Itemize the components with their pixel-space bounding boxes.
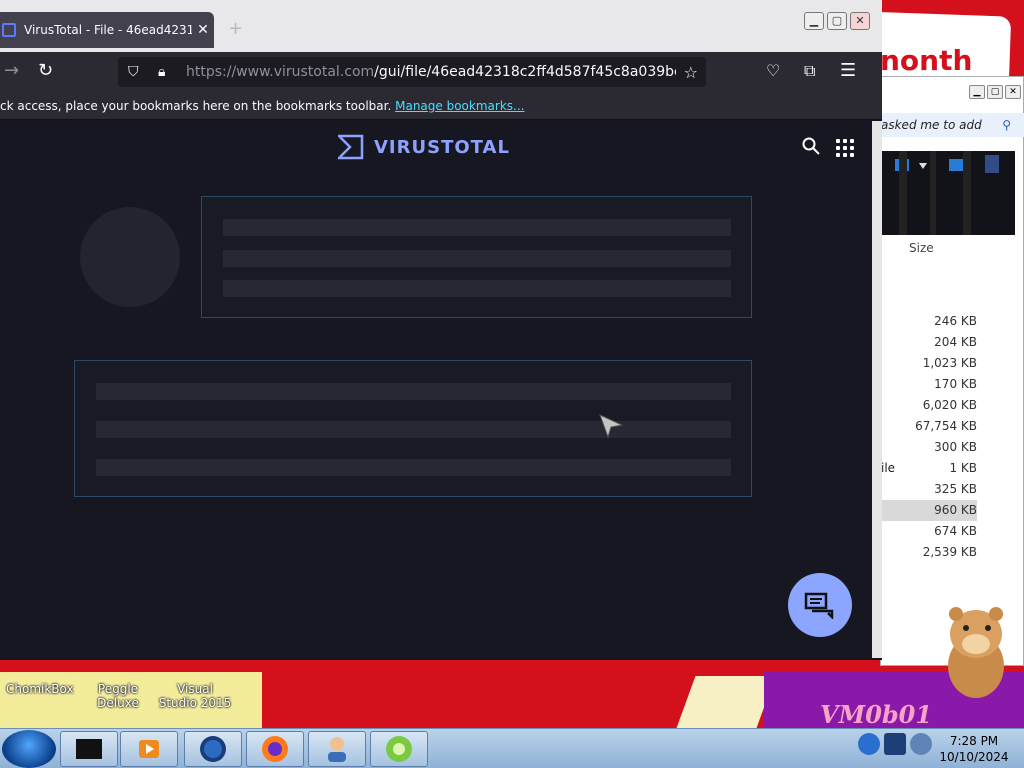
explorer-window-controls: ▁ ▢ ✕ (969, 85, 1021, 99)
size-cell[interactable]: 204 KB (881, 332, 977, 353)
extensions-icon[interactable]: ⧉ (804, 60, 815, 82)
new-tab-icon[interactable]: + (228, 18, 243, 39)
bookmarks-hint: ck access, place your bookmarks here on … (0, 99, 392, 113)
taskbar-app-globe[interactable] (184, 731, 242, 767)
size-cell[interactable]: 960 KB (881, 500, 977, 521)
size-cell[interactable]: 170 KB (881, 374, 977, 395)
skeleton-line (223, 250, 731, 267)
url-path: /gui/file/46ead42318c2ff4d587f45c8a039bc… (374, 64, 676, 80)
size-column-header[interactable]: Size (909, 241, 934, 255)
search-icon[interactable]: ⚲ (1002, 113, 1011, 137)
user-icon (328, 737, 346, 762)
skeleton-line (96, 459, 731, 476)
explorer-search-box[interactable]: asked me to add ⚲ (881, 113, 1024, 137)
desktop-icon-label: Peggle Deluxe (97, 682, 139, 710)
size-cell[interactable]: 674 KB (881, 521, 977, 542)
taskbar-app-user[interactable] (308, 731, 366, 767)
size-cell[interactable]: 300 KB (881, 437, 977, 458)
pocket-icon[interactable]: ♡ (766, 60, 780, 82)
desktop-icon-chomikbox[interactable]: ChomikBox (6, 682, 74, 696)
forward-icon[interactable]: → (4, 60, 19, 82)
size-cell[interactable]: 67,754 KB (881, 416, 977, 437)
close-tab-icon[interactable]: ✕ (192, 22, 214, 38)
firefox-icon (262, 736, 288, 762)
skeleton-card-summary (201, 196, 752, 318)
system-tray (858, 733, 932, 755)
size-cell[interactable]: 1,023 KB (881, 353, 977, 374)
chat-icon (804, 592, 834, 619)
explorer-search-text: asked me to add (881, 118, 982, 132)
lock-icon[interactable]: 🔒︎ (158, 64, 178, 80)
explorer-toolbar-icons (895, 151, 999, 235)
wallpaper-text: nonth (880, 44, 973, 77)
close-window-icon[interactable]: ✕ (850, 12, 870, 30)
menu-icon[interactable]: ☰ (840, 60, 856, 82)
size-list: 246 KB 204 KB 1,023 KB 170 KB 6,020 KB 67,754… (881, 311, 977, 563)
globe-icon (200, 736, 226, 762)
search-icon[interactable] (802, 137, 820, 160)
media-player-icon (139, 740, 159, 758)
taskbar: 7:28 PM 10/10/2024 (0, 728, 1024, 768)
maximize-icon[interactable]: ▢ (987, 85, 1003, 99)
desktop-icon-label: ChomikBox (6, 682, 74, 696)
tray-network-icon[interactable] (858, 733, 880, 755)
size-cell[interactable]: 325 KB (881, 479, 977, 500)
skeleton-line (96, 383, 731, 400)
taskbar-app-firefox[interactable] (246, 731, 304, 767)
page-content: VIRUSTOTAL (0, 121, 872, 658)
start-button[interactable] (2, 730, 56, 768)
skeleton-line (96, 421, 731, 438)
hamster-mascot-icon (948, 607, 1004, 698)
skeleton-line (223, 280, 731, 297)
clock-date: 10/10/2024 (939, 750, 1009, 764)
close-icon[interactable]: ✕ (1005, 85, 1021, 99)
bookmark-star-icon[interactable]: ☆ (684, 63, 698, 82)
taskbar-app-media[interactable] (120, 731, 178, 767)
bookmarks-toolbar: ck access, place your bookmarks here on … (0, 92, 882, 120)
virustotal-logo[interactable]: VIRUSTOTAL (336, 134, 510, 160)
virustotal-sigma-icon (338, 134, 364, 160)
url-bar[interactable]: ⛉ 🔒︎ https://www.virustotal.com/gui/file… (118, 57, 706, 87)
size-cell[interactable]: 2,539 KB (881, 542, 977, 563)
desktop-icon-label: Visual Studio 2015 (158, 682, 232, 710)
explorer-toolbar-strip (881, 151, 1015, 235)
terminal-icon (76, 739, 102, 759)
taskbar-app-green[interactable] (370, 731, 428, 767)
tab-virustotal[interactable]: VirusTotal - File - 46ead42318c2 ✕ (0, 12, 214, 48)
taskbar-app-terminal[interactable] (60, 731, 118, 767)
size-cell[interactable]: 6,020 KB (881, 395, 977, 416)
reload-icon[interactable]: ↻ (38, 60, 53, 82)
tray-display-icon[interactable] (884, 733, 906, 755)
explorer-window[interactable]: ▁ ▢ ✕ asked me to add ⚲ Size ile 246 KB 2… (880, 76, 1024, 666)
minimize-icon[interactable]: ▁ (804, 12, 824, 30)
size-cell[interactable]: 246 KB (881, 311, 977, 332)
virustotal-favicon-icon (2, 23, 16, 37)
tab-title: VirusTotal - File - 46ead42318c2 (24, 23, 192, 37)
url-text: https://www.virustotal.com/gui/file/46ea… (186, 64, 676, 80)
maximize-icon[interactable]: ▢ (827, 12, 847, 30)
chat-button[interactable] (788, 573, 852, 637)
manage-bookmarks-link[interactable]: Manage bookmarks... (395, 99, 524, 113)
skeleton-card-details (74, 360, 752, 497)
avatar-placeholder (80, 207, 180, 307)
desktop-icon-visual-studio[interactable]: Visual Studio 2015 (158, 682, 232, 710)
minimize-icon[interactable]: ▁ (969, 85, 985, 99)
scrollbar[interactable] (872, 121, 882, 658)
clock-time: 7:28 PM (949, 734, 999, 748)
desktop-icon-peggle[interactable]: Peggle Deluxe (78, 682, 158, 710)
logo-text: VIRUSTOTAL (374, 136, 510, 158)
skeleton-line (223, 219, 731, 236)
wallpaper-watermark: VM0b01 (820, 700, 933, 729)
apps-grid-icon[interactable] (836, 139, 854, 157)
shield-icon[interactable]: ⛉ (128, 64, 148, 80)
lime-icon (386, 736, 412, 762)
tab-strip: VirusTotal - File - 46ead42318c2 ✕ + ▁ ▢… (0, 0, 882, 52)
taskbar-clock[interactable]: 7:28 PM 10/10/2024 (934, 733, 1014, 765)
mouse-cursor-icon (599, 414, 624, 439)
url-host: https://www.virustotal.com (186, 64, 375, 80)
firefox-window: VirusTotal - File - 46ead42318c2 ✕ + ▁ ▢… (0, 0, 882, 660)
tray-sync-icon[interactable] (910, 733, 932, 755)
size-cell[interactable]: 1 KB (881, 458, 977, 479)
navigation-toolbar: → ↻ ⛉ 🔒︎ https://www.virustotal.com/gui/… (0, 52, 882, 92)
